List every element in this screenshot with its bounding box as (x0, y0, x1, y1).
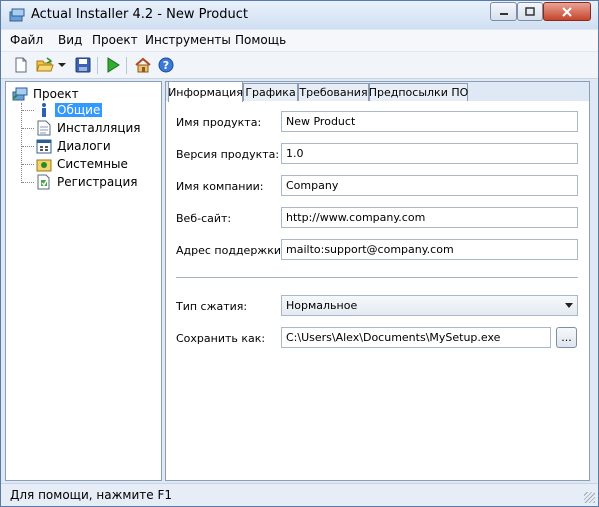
tree-item-label: Регистрация (57, 175, 138, 189)
website-input[interactable]: http://www.company.com (281, 207, 578, 228)
toolbar-separator (97, 57, 98, 74)
maximize-icon (525, 7, 535, 16)
help-icon: ? (158, 57, 174, 73)
project-tree[interactable]: Проект Общие Инсталляция Диалоги Системн… (5, 81, 162, 481)
save-button[interactable] (74, 56, 92, 74)
open-button[interactable] (36, 56, 54, 74)
status-bar: Для помощи, нажмите F1 (1, 483, 598, 506)
compression-label: Тип сжатия: (176, 300, 248, 313)
tree-item-general[interactable]: Общие (22, 101, 103, 119)
toolbar-separator (126, 57, 127, 74)
resize-grip-icon[interactable] (584, 492, 595, 503)
product-version-label: Версия продукта: (176, 148, 280, 161)
save-as-label: Сохранить как: (176, 332, 266, 345)
tree-item-label: Инсталляция (57, 121, 141, 135)
tree-item-installation[interactable]: Инсталляция (22, 119, 143, 137)
support-address-input[interactable]: mailto:support@company.com (281, 239, 578, 260)
minimize-button[interactable] (490, 2, 517, 21)
menu-tools[interactable]: Инструменты (145, 33, 231, 47)
registration-icon (36, 174, 52, 190)
tab-requirements[interactable]: Требования (298, 83, 369, 101)
toolbar: ? (1, 52, 598, 79)
tab-bar: Информация Графика Требования Предпосылк… (166, 81, 589, 102)
window-title: Actual Installer 4.2 - New Product (31, 7, 248, 22)
tree-item-dialogs[interactable]: Диалоги (22, 137, 113, 155)
chevron-down-icon (565, 303, 573, 308)
new-button[interactable] (12, 56, 30, 74)
save-icon (75, 57, 91, 73)
compression-value: Нормальное (286, 299, 358, 312)
tab-graphics[interactable]: Графика (243, 83, 298, 101)
tree-item-label: Системные (57, 157, 128, 171)
menu-view[interactable]: Вид (58, 33, 82, 47)
website-label: Веб-сайт: (176, 212, 232, 225)
new-file-icon (15, 57, 27, 73)
tree-item-label: Общие (55, 103, 103, 117)
main-window: Actual Installer 4.2 - New Product Файл … (0, 0, 599, 507)
tree-item-system[interactable]: Системные (22, 155, 130, 173)
system-icon (36, 156, 52, 172)
save-as-input[interactable]: C:\Users\Alex\Documents\MySetup.exe (281, 327, 551, 348)
product-name-input[interactable]: New Product (281, 111, 578, 132)
support-address-label: Адрес поддержки: (176, 244, 285, 257)
menu-help[interactable]: Помощь (235, 33, 286, 47)
section-divider (176, 277, 578, 279)
document-icon (36, 120, 52, 136)
help-button[interactable]: ? (157, 56, 175, 74)
minimize-icon (499, 12, 508, 15)
open-dropdown-button[interactable] (57, 56, 67, 74)
company-name-label: Имя компании: (176, 180, 264, 193)
status-text: Для помощи, нажмите F1 (10, 488, 172, 502)
close-button[interactable] (543, 2, 591, 21)
open-folder-icon (36, 57, 54, 72)
svg-text:?: ? (163, 59, 169, 72)
dropdown-arrow-icon (58, 63, 66, 67)
menu-bar: Файл Вид Проект Инструменты Помощь (1, 30, 598, 51)
info-icon (36, 102, 52, 118)
tab-prerequisites[interactable]: Предпосылки ПО (369, 83, 468, 101)
build-run-icon (107, 57, 120, 73)
maximize-button[interactable] (517, 2, 543, 21)
title-bar[interactable]: Actual Installer 4.2 - New Product (1, 1, 598, 29)
dialog-icon (36, 138, 52, 154)
tree-item-label: Диалоги (57, 139, 111, 153)
app-icon (9, 8, 25, 22)
home-icon (135, 57, 151, 73)
tab-information[interactable]: Информация (168, 81, 243, 102)
close-icon (562, 6, 572, 17)
product-version-input[interactable]: 1.0 (281, 143, 578, 164)
project-icon (12, 87, 28, 101)
menu-project[interactable]: Проект (92, 33, 138, 47)
browse-button[interactable]: ... (556, 327, 577, 348)
tree-item-registration[interactable]: Регистрация (22, 173, 139, 191)
company-name-input[interactable]: Company (281, 175, 578, 196)
build-button[interactable] (104, 56, 122, 74)
menu-file[interactable]: Файл (10, 33, 43, 47)
product-name-label: Имя продукта: (176, 116, 262, 129)
tree-root-label: Проект (33, 87, 79, 101)
compression-select[interactable]: Нормальное (281, 295, 578, 316)
home-button[interactable] (134, 56, 152, 74)
properties-panel: Информация Графика Требования Предпосылк… (165, 81, 590, 481)
